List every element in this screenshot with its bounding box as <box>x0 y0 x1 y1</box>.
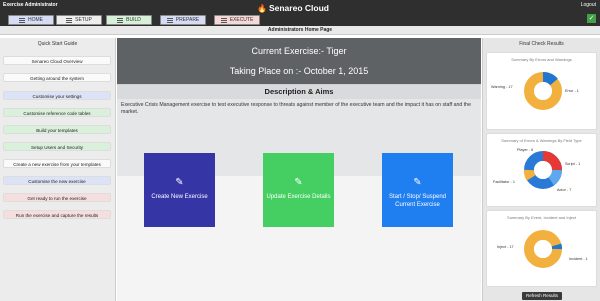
chart-label: Error - 1 <box>565 89 579 93</box>
tile-label: Create New Exercise <box>151 194 208 200</box>
quick-start-panel: Quick Start Guide Senareo Cloud Overview… <box>0 38 116 301</box>
field-type-card: Summary of Errors & Warnings By Field Ty… <box>486 133 597 207</box>
final-check-title: Final Check Results <box>519 41 564 47</box>
quick-start-item[interactable]: Build your templates <box>3 125 111 134</box>
quick-start-item[interactable]: Customise reference code tables <box>3 108 111 117</box>
event-incident-card: Summary By Event, Incident and Inject In… <box>486 210 597 287</box>
quick-start-item[interactable]: Create a new exercise from your template… <box>3 159 111 168</box>
menu-icon <box>117 17 124 23</box>
update-exercise-details-tile[interactable]: ✎ Update Exercise Details <box>263 153 334 227</box>
start-stop-exercise-tile[interactable]: ✎ Start / Stop/ Suspend Current Exercise <box>382 153 453 227</box>
exercise-date-text: Taking Place on :- October 1, 2015 <box>229 66 369 76</box>
nav-execute-button[interactable]: EXECUTE <box>214 15 260 25</box>
nav-label: HOME <box>28 17 43 23</box>
menu-icon <box>66 17 73 23</box>
description-heading: Description & Aims <box>117 85 481 99</box>
donut-chart <box>524 72 562 110</box>
donut-chart <box>524 151 562 189</box>
quick-start-item[interactable]: Customise your settings <box>3 91 111 100</box>
nav-prepare-button[interactable]: PREPARE <box>160 15 206 25</box>
pencil-icon: ✎ <box>413 177 422 188</box>
quick-start-item[interactable]: Run the exercise and capture the results <box>3 210 111 219</box>
tile-label: Update Exercise Details <box>266 194 331 200</box>
page-subheader: Administrators Home Page <box>0 26 600 35</box>
chart-label: Facilitator - 1 <box>493 180 515 184</box>
chart-label: Incident - 1 <box>569 257 588 261</box>
nav-label: BUILD <box>126 17 141 23</box>
chart-label: Inject - 17 <box>497 245 514 249</box>
nav-label: SETUP <box>75 17 92 23</box>
create-new-exercise-tile[interactable]: ✎ Create New Exercise <box>144 153 215 227</box>
quick-start-item[interactable]: Senareo Cloud Overview <box>3 56 111 65</box>
card-title: Summary By Errors and Warnings <box>511 57 572 62</box>
chart-label: Script - 1 <box>565 162 581 166</box>
refresh-results-button[interactable]: Refresh Results <box>522 292 562 300</box>
check-status-icon[interactable]: ✓ <box>587 14 596 23</box>
chart-label: Player - 6 <box>517 148 534 152</box>
quick-start-item[interactable]: Setup Users and Security <box>3 142 111 151</box>
top-bar: Exercise Administrator 🔥 Senareo Cloud L… <box>0 0 600 26</box>
card-title: Summary By Event, Incident and Inject <box>507 215 576 220</box>
logout-link[interactable]: Logout <box>581 2 596 8</box>
quick-start-title: Quick Start Guide <box>37 41 78 47</box>
nav-setup-button[interactable]: SETUP <box>56 15 102 25</box>
tile-label: Start / Stop/ Suspend Current Exercise <box>388 194 447 208</box>
menu-icon <box>19 17 25 23</box>
final-check-panel: Final Check Results Summary By Errors an… <box>482 38 600 301</box>
menu-icon <box>166 17 173 23</box>
nav-label: EXECUTE <box>229 17 254 23</box>
quick-start-item[interactable]: Getting around the system <box>3 73 111 82</box>
current-exercise-text: Current Exercise:- Tiger <box>251 46 347 56</box>
user-role-label: Exercise Administrator <box>3 2 58 8</box>
pencil-icon: ✎ <box>294 177 303 188</box>
main-content: Current Exercise:- Tiger Taking Place on… <box>117 38 481 301</box>
donut-chart <box>524 230 562 268</box>
nav-label: PREPARE <box>175 17 200 23</box>
chart-label: Actor - 7 <box>557 188 572 192</box>
nav-build-button[interactable]: BUILD <box>106 15 152 25</box>
quick-start-item[interactable]: Get ready to run the exercise <box>3 193 111 202</box>
quick-start-item[interactable]: Customise the new exercise <box>3 176 111 185</box>
menu-icon <box>220 17 227 23</box>
pencil-icon: ✎ <box>175 177 184 188</box>
exercise-banner: Current Exercise:- Tiger Taking Place on… <box>117 38 481 84</box>
card-title: Summary of Errors & Warnings By Field Ty… <box>501 138 582 143</box>
app-logo: 🔥 Senareo Cloud <box>257 3 329 13</box>
flame-icon: 🔥 <box>257 3 267 13</box>
logo-text: Senareo Cloud <box>268 3 329 13</box>
errors-warnings-card: Summary By Errors and Warnings Warning -… <box>486 52 597 130</box>
nav-home-button[interactable]: HOME <box>8 15 54 25</box>
chart-label: Warning - 17 <box>491 85 513 89</box>
description-text: Executive Crisis Management exercise to … <box>121 102 471 116</box>
